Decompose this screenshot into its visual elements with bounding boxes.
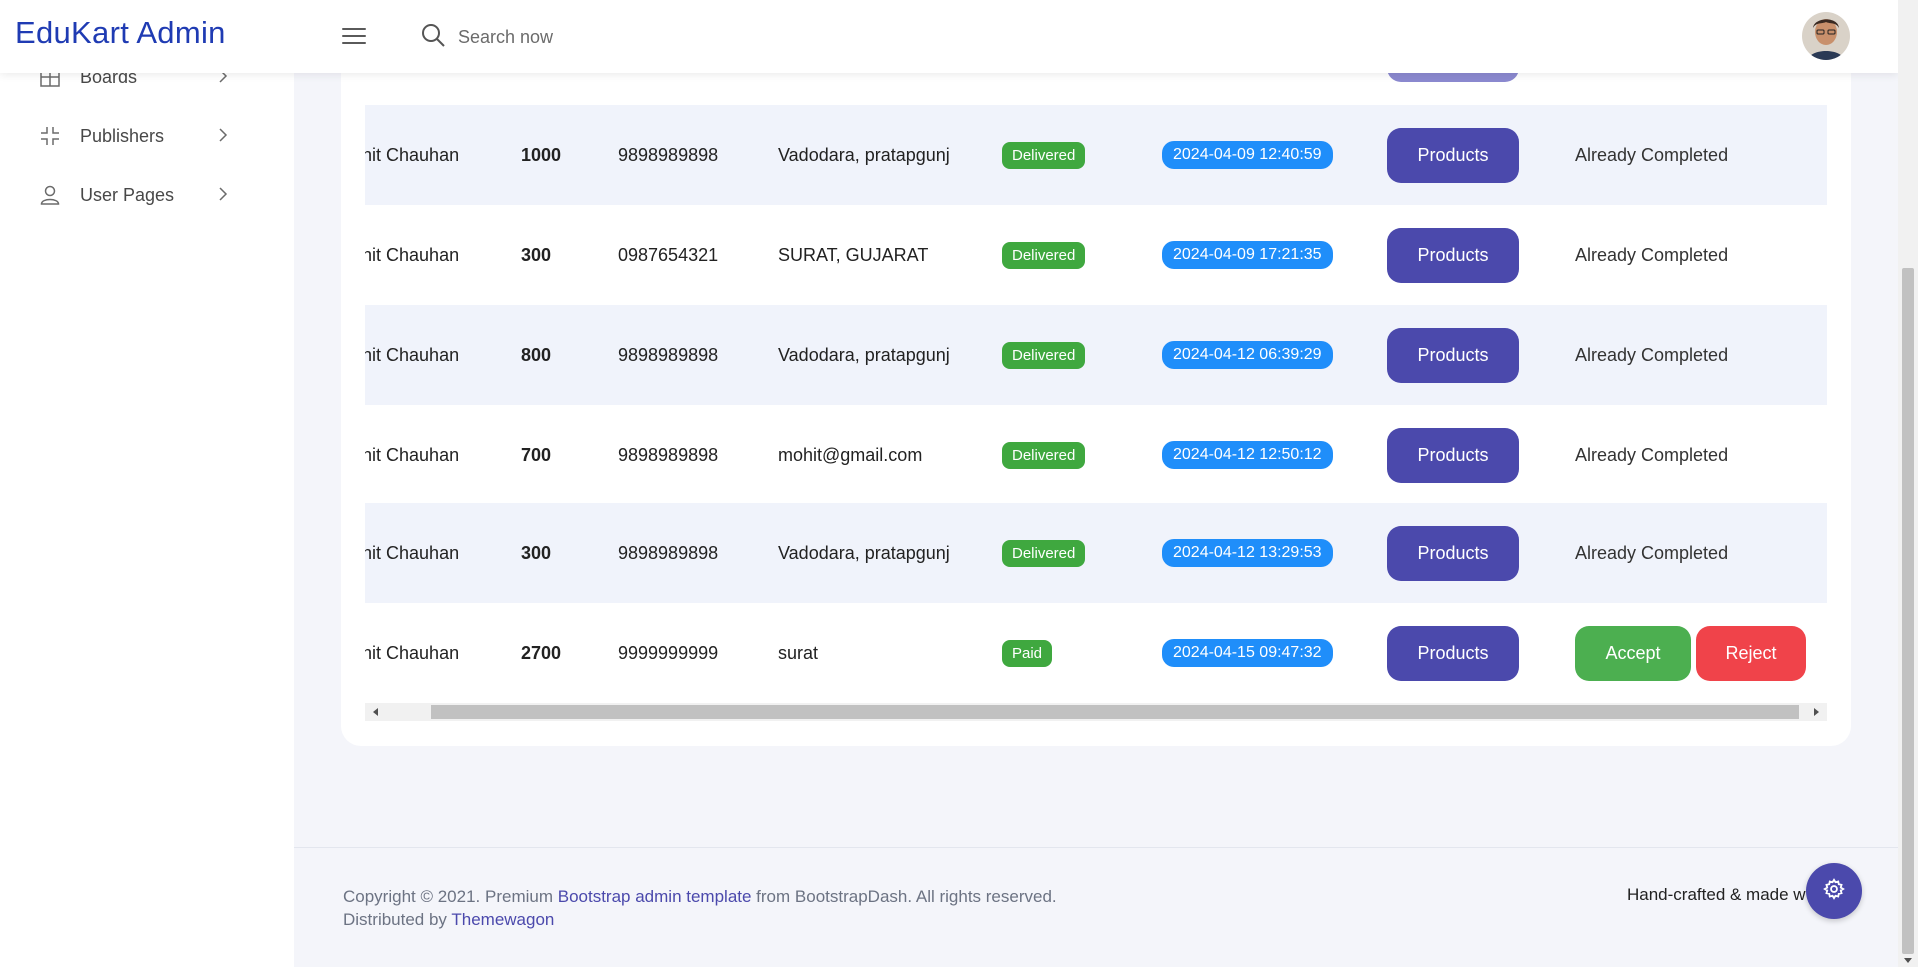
order-amount: 700: [521, 444, 552, 465]
customer-phone: 9898989898: [618, 144, 719, 165]
status-badge: Delivered: [1002, 141, 1086, 169]
scrollbar-thumb[interactable]: [1902, 268, 1914, 954]
sidebar-item-user-pages[interactable]: User Pages: [38, 177, 238, 213]
avatar[interactable]: [1802, 12, 1850, 60]
scroll-left-icon[interactable]: [373, 708, 378, 716]
table-row: ohit Chauhan 300 0987654321 SURAT, GUJAR…: [365, 205, 1827, 305]
action-status: Already Completed: [1575, 244, 1729, 265]
table-row: ohit Chauhan 300 9898989898 Vadodara, pr…: [365, 503, 1827, 603]
customer-name: ohit Chauhan: [365, 144, 460, 165]
customer-name: ohit Chauhan: [365, 642, 460, 663]
bootstrap-template-link[interactable]: Bootstrap admin template: [558, 887, 752, 906]
chevron-right-icon: [214, 185, 232, 203]
accept-button[interactable]: Accept: [1575, 625, 1691, 681]
customer-phone: 9898989898: [618, 444, 719, 465]
copyright-text: Copyright © 2021. Premium Bootstrap admi…: [343, 885, 1057, 931]
order-amount: 2700: [521, 642, 562, 663]
hamburger-icon[interactable]: [342, 28, 366, 46]
table-row: ohit Chauhan 800 9898989898 Vadodara, pr…: [365, 305, 1827, 405]
search-icon[interactable]: [420, 22, 446, 53]
distributed-prefix: Distributed by: [343, 910, 452, 929]
products-button[interactable]: Products: [1387, 127, 1519, 183]
products-button[interactable]: Products: [1387, 625, 1519, 681]
sidebar-item-label: User Pages: [80, 184, 175, 205]
copyright-suffix: from BootstrapDash. All rights reserved.: [751, 887, 1057, 906]
horizontal-scrollbar[interactable]: [365, 703, 1827, 721]
search-box: [420, 22, 718, 52]
search-input[interactable]: [458, 26, 718, 48]
date-badge: 2024-04-09 17:21:35: [1162, 241, 1333, 269]
date-badge: 2024-04-09 12:40:59: [1162, 141, 1333, 169]
reject-button[interactable]: Reject: [1696, 625, 1806, 681]
date-badge: 2024-04-12 12:50:12: [1162, 441, 1333, 469]
gear-icon: [1823, 877, 1845, 905]
action-status: Already Completed: [1575, 144, 1729, 165]
scroll-down-icon[interactable]: [1904, 958, 1912, 963]
themewagon-link[interactable]: Themewagon: [451, 910, 554, 929]
products-button[interactable]: Products: [1387, 227, 1519, 283]
status-badge: Delivered: [1002, 441, 1086, 469]
sidebar: Boards Publishers User Pages: [0, 0, 294, 967]
table-row: ohit Chauhan 700 9898989898 mohit@gmail.…: [365, 405, 1827, 505]
collapse-icon: [38, 124, 62, 148]
status-badge: Paid: [1002, 639, 1053, 667]
customer-name: ohit Chauhan: [365, 542, 460, 563]
chevron-right-icon: [214, 126, 232, 144]
order-amount: 800: [521, 344, 552, 365]
scrollbar-thumb[interactable]: [431, 705, 1799, 719]
action-status: Already Completed: [1575, 542, 1729, 563]
customer-address: SURAT, GUJARAT: [778, 244, 929, 265]
status-badge: Delivered: [1002, 539, 1086, 567]
table-row: ohit Chauhan 1000 9898989898 Vadodara, p…: [365, 105, 1827, 205]
status-badge: Delivered: [1002, 241, 1086, 269]
action-status: Already Completed: [1575, 344, 1729, 365]
table-row: ohit Chauhan 2700 9999999999 surat Paid …: [365, 603, 1827, 700]
customer-phone: 9898989898: [618, 344, 719, 365]
orders-table: ohit Chauhan 1000 9898989898 Vadodara, p…: [365, 0, 1827, 700]
order-amount: 1000: [521, 144, 562, 165]
date-badge: 2024-04-12 13:29:53: [1162, 539, 1333, 567]
settings-button[interactable]: [1806, 863, 1862, 919]
products-button[interactable]: Products: [1387, 525, 1519, 581]
products-button[interactable]: Products: [1387, 327, 1519, 383]
customer-address: Vadodara, pratapgunj: [778, 542, 950, 563]
customer-phone: 9999999999: [618, 642, 719, 663]
customer-address: mohit@gmail.com: [778, 444, 923, 465]
date-badge: 2024-04-15 09:47:32: [1162, 639, 1333, 667]
customer-name: ohit Chauhan: [365, 344, 460, 365]
customer-address: surat: [778, 642, 819, 663]
date-badge: 2024-04-12 06:39:29: [1162, 341, 1333, 369]
top-navbar: EduKart Admin: [0, 0, 1898, 73]
action-status: Already Completed: [1575, 444, 1729, 465]
customer-phone: 0987654321: [618, 244, 719, 265]
customer-address: Vadodara, pratapgunj: [778, 344, 950, 365]
customer-address: Vadodara, pratapgunj: [778, 144, 950, 165]
sidebar-item-label: Publishers: [80, 125, 165, 146]
sidebar-item-publishers[interactable]: Publishers: [38, 118, 238, 154]
brand-logo[interactable]: EduKart Admin: [15, 15, 226, 51]
vertical-scrollbar[interactable]: [1898, 0, 1918, 967]
copyright-prefix: Copyright © 2021. Premium: [343, 887, 558, 906]
customer-name: ohit Chauhan: [365, 244, 460, 265]
order-amount: 300: [521, 244, 552, 265]
status-badge: Delivered: [1002, 341, 1086, 369]
customer-phone: 9898989898: [618, 542, 719, 563]
customer-name: ohit Chauhan: [365, 444, 460, 465]
order-amount: 300: [521, 542, 552, 563]
footer: Copyright © 2021. Premium Bootstrap admi…: [294, 847, 1898, 967]
user-icon: [38, 183, 62, 207]
scroll-right-icon[interactable]: [1814, 708, 1819, 716]
products-button[interactable]: Products: [1387, 427, 1519, 483]
handcrafted-text: Hand-crafted & made w: [1627, 885, 1806, 904]
